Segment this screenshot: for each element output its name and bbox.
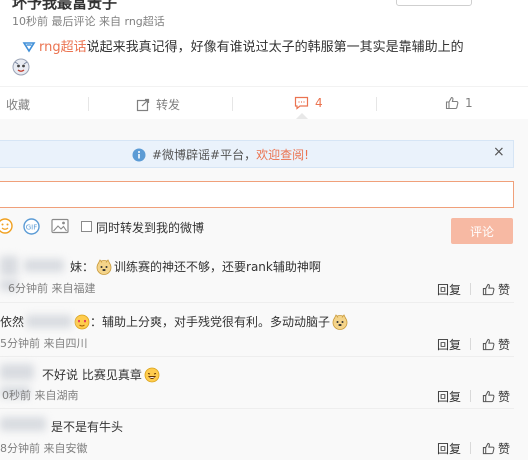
action-separator	[88, 97, 89, 111]
post-text: rng超话说起来我真记得，好像有谁说过太子的韩服第一其实是靠辅助上的	[22, 36, 464, 57]
comment-input[interactable]	[0, 181, 514, 208]
notice: #微博辟谣#平台， 欢迎查阅!	[132, 146, 309, 163]
comment-text: 不好说 比赛见真章	[42, 366, 160, 383]
comment-text: 依然 ：辅助上分爽，对手残党很有利。多动动脑子	[0, 313, 348, 330]
username-prefix[interactable]: 依然	[0, 313, 24, 330]
thumbs-up-icon	[482, 338, 495, 351]
divider	[470, 283, 471, 295]
action-separator	[376, 97, 377, 111]
username-suffix: 妹：	[70, 260, 95, 274]
divider	[470, 442, 471, 454]
like-label: 赞	[498, 338, 511, 352]
reply-button[interactable]: 回复	[437, 281, 461, 298]
comment-body: ：辅助上分爽，对手残党很有利。多动动脑子	[90, 315, 331, 329]
comment-source: 来自福建	[51, 282, 96, 295]
post-meta: 10秒前 最后评论 来自 rng超话	[12, 13, 165, 29]
repost-button[interactable]: 转发	[136, 96, 180, 113]
comment-like-button[interactable]: 赞	[482, 388, 510, 405]
comment-body: 训练赛的神还不够，还要rank辅助神啊	[114, 260, 321, 274]
image-upload-icon[interactable]	[51, 218, 69, 234]
comment-body: 不好说 比赛见真章	[42, 368, 142, 382]
comment-source: 来自安徽	[43, 442, 88, 455]
super-topic-link[interactable]: rng超话	[39, 40, 87, 55]
doge-emoji-icon	[332, 313, 348, 330]
submit-comment-button[interactable]: 评论	[451, 218, 513, 244]
author-name[interactable]: 坏予我最富贵子	[12, 0, 117, 13]
comment-like-button[interactable]: 赞	[482, 440, 510, 457]
thumbs-up-icon	[482, 283, 495, 296]
post-source[interactable]: rng超话	[125, 15, 165, 28]
comment-button[interactable]: 4	[294, 96, 323, 110]
divider	[0, 86, 528, 87]
divider	[0, 356, 514, 357]
reply-button[interactable]: 回复	[437, 388, 461, 405]
comment-icon	[294, 96, 309, 110]
forward-checkbox[interactable]	[81, 221, 92, 232]
comment-text: 妹： 训练赛的神还不够，还要rank辅助神啊	[70, 258, 321, 275]
comment-meta: 8分钟前 来自安徽	[0, 440, 88, 456]
like-label: 赞	[498, 442, 511, 456]
avatar[interactable]	[0, 256, 18, 276]
notice-text: #微博辟谣#平台，	[152, 148, 257, 162]
username[interactable]	[0, 364, 34, 380]
thumbs-up-icon	[482, 442, 495, 455]
favorite-button[interactable]: 收藏	[6, 96, 30, 113]
post-emoji-icon	[12, 58, 30, 76]
repost-icon	[136, 98, 150, 112]
like-count: 1	[465, 96, 473, 110]
comment-like-button[interactable]: 赞	[482, 336, 510, 353]
comment-body: 是不是有牛头	[51, 420, 124, 434]
divider	[0, 408, 514, 409]
svg-text:GIF: GIF	[26, 224, 38, 232]
notice-link[interactable]: 欢迎查阅!	[256, 146, 309, 163]
laughing-emoji-icon	[144, 367, 160, 383]
doge-emoji-icon	[96, 258, 112, 275]
like-button[interactable]: 1	[445, 96, 473, 110]
latest-comment-label: 最后评论	[51, 15, 96, 28]
follow-button[interactable]	[396, 0, 472, 6]
divider	[470, 390, 471, 402]
comment-time: 0秒前	[2, 389, 31, 402]
comment-source: 来自四川	[43, 337, 88, 350]
source-prefix: 来自	[99, 15, 121, 28]
like-label: 赞	[498, 283, 511, 297]
repost-label: 转发	[156, 98, 181, 112]
mention-icon[interactable]: GIF	[23, 218, 40, 235]
super-topic-icon	[22, 41, 36, 57]
comment-count: 4	[315, 96, 323, 110]
emoji-picker-icon[interactable]	[0, 218, 13, 234]
post-time[interactable]: 10秒前	[12, 15, 48, 28]
username[interactable]	[24, 259, 64, 272]
comment-meta: 6分钟前 来自福建	[8, 280, 96, 296]
comment-meta: 5分钟前 来自四川	[0, 335, 88, 351]
comment-source: 来自湖南	[34, 389, 79, 402]
info-icon	[132, 148, 146, 162]
comment-like-button[interactable]: 赞	[482, 281, 510, 298]
comment-time: 6分钟前	[8, 282, 48, 295]
forward-label: 同时转发到我的微博	[96, 221, 205, 235]
close-icon[interactable]: ×	[493, 144, 505, 160]
comment-meta: 0秒前 来自湖南	[2, 387, 79, 403]
divider	[0, 302, 514, 303]
reply-button[interactable]: 回复	[437, 440, 461, 457]
reply-button[interactable]: 回复	[437, 336, 461, 353]
comment-time: 5分钟前	[0, 337, 40, 350]
comment-time: 8分钟前	[0, 442, 40, 455]
username[interactable]	[26, 315, 73, 328]
divider	[470, 338, 471, 350]
comment-text: 是不是有牛头	[51, 418, 123, 435]
like-label: 赞	[498, 390, 511, 404]
thumbs-up-icon	[445, 96, 459, 110]
username[interactable]	[0, 417, 46, 431]
action-separator	[232, 97, 233, 111]
thumbs-up-icon	[482, 390, 495, 403]
favorite-label: 收藏	[6, 98, 31, 112]
post-body: 说起来我真记得，好像有谁说过太子的韩服第一其实是靠辅助上的	[86, 40, 464, 55]
heart-face-emoji-icon	[74, 314, 90, 330]
